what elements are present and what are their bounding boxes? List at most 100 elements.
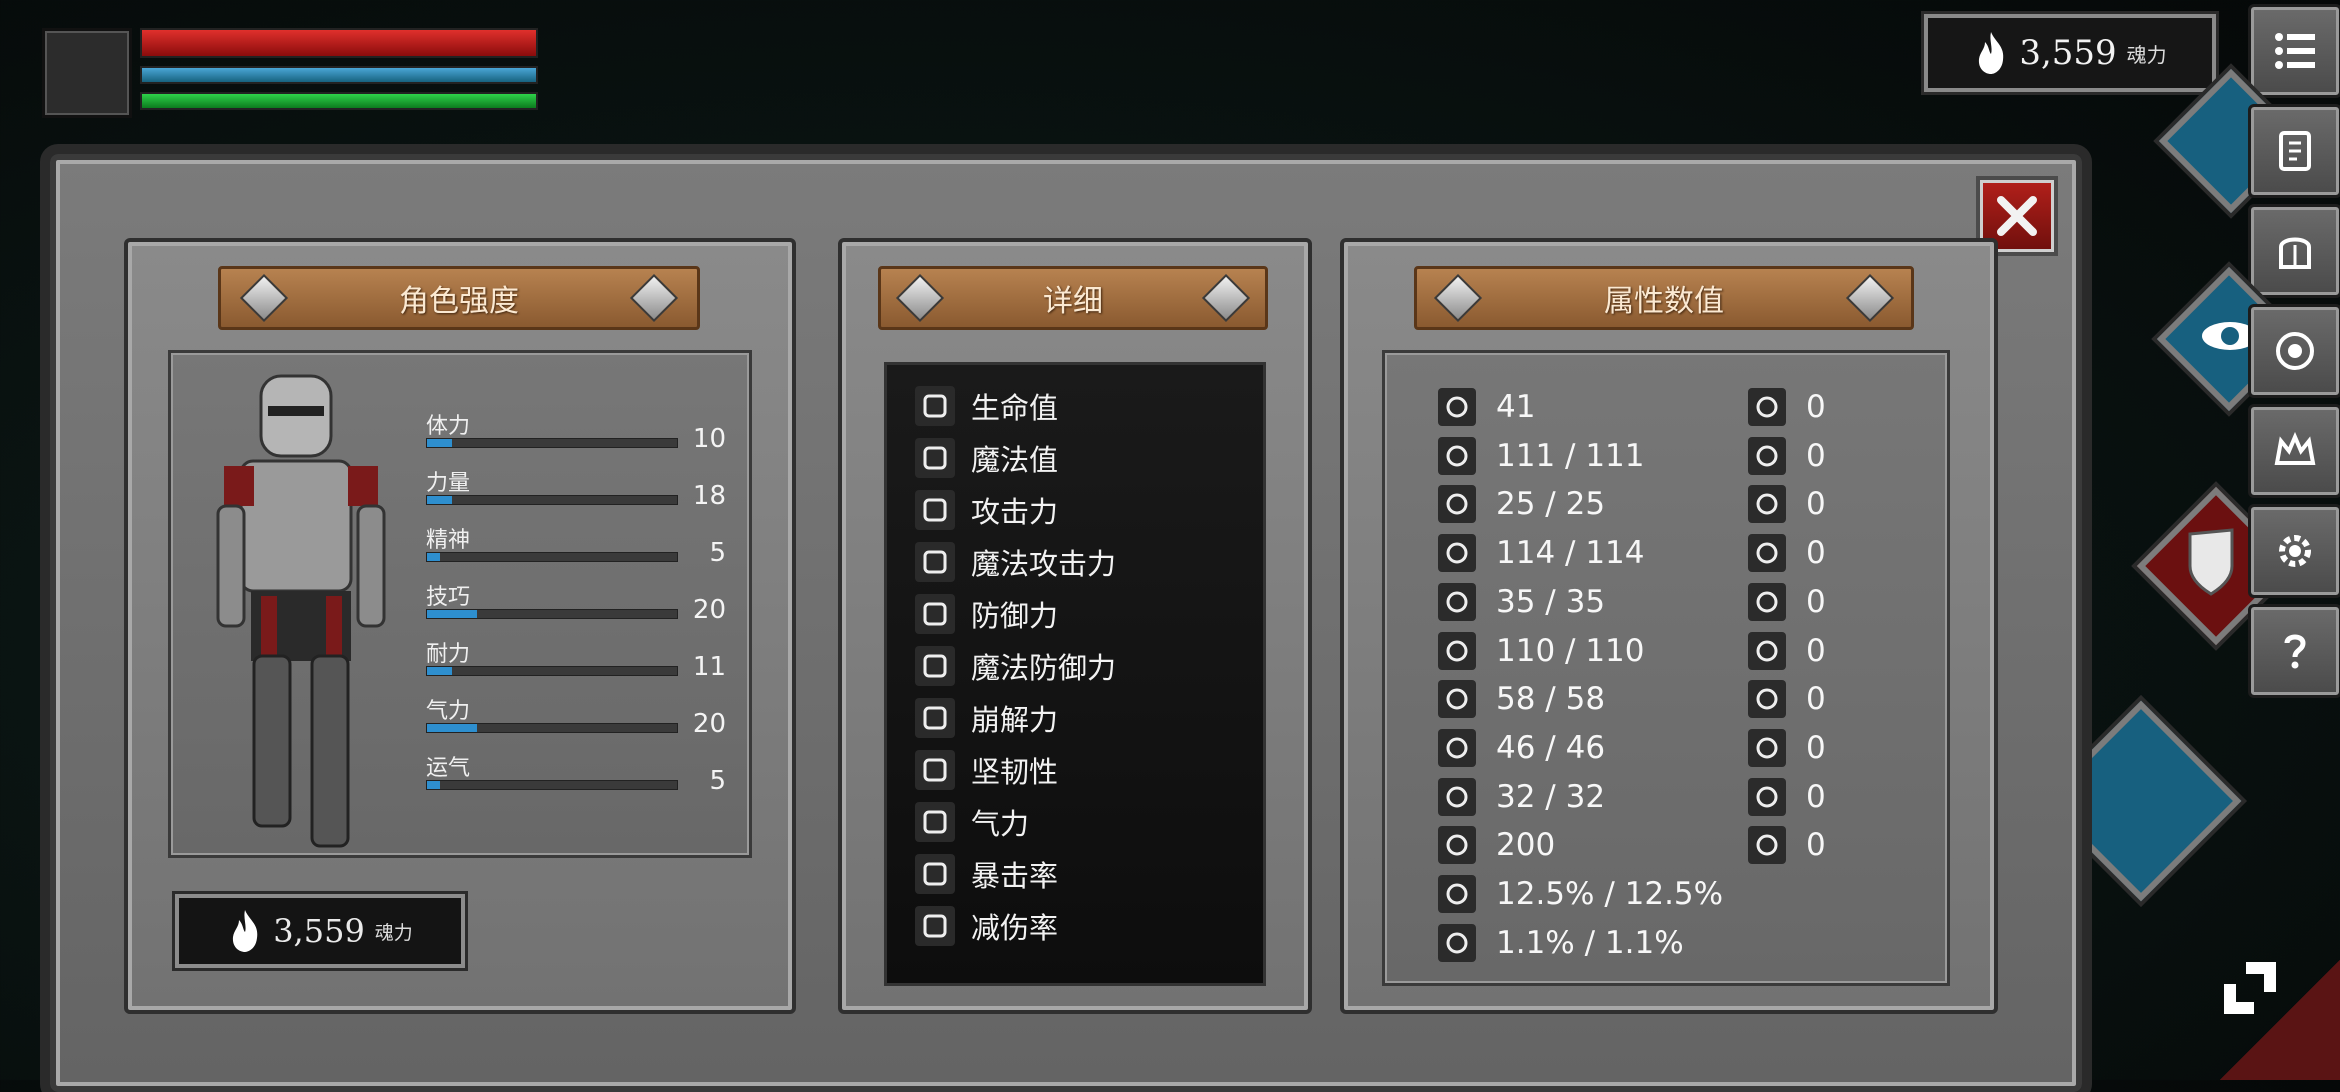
detail-icon	[915, 542, 955, 582]
souls-value: 3,559	[273, 912, 365, 950]
settings-button[interactable]	[2248, 504, 2340, 598]
rune-button[interactable]	[2248, 304, 2340, 398]
resistance-row: 0	[1748, 826, 1826, 865]
attribute-value: 32 / 32	[1496, 778, 1606, 815]
attribute-icon	[1438, 582, 1476, 621]
gem-decoration	[1433, 273, 1483, 323]
attribute-value: 200	[1496, 827, 1556, 864]
stat-bar	[426, 780, 678, 790]
resistance-icon	[1748, 534, 1786, 573]
help-button[interactable]	[2248, 604, 2340, 698]
resistance-value: 0	[1806, 535, 1826, 572]
mana-bar	[140, 66, 538, 84]
resistance-value: 0	[1806, 681, 1826, 718]
detail-row[interactable]: 攻击力	[915, 489, 1058, 531]
attribute-icon	[1438, 388, 1476, 426]
attribute-row: 46 / 46	[1438, 728, 1605, 767]
stat-bar-fill	[427, 496, 452, 504]
resistance-icon	[1748, 485, 1786, 524]
stat-bar-fill	[427, 439, 452, 447]
detail-label: 魔法攻击力	[971, 547, 1117, 581]
attribute-value: 1.1% / 1.1%	[1496, 924, 1684, 961]
detail-row[interactable]: 气力	[915, 801, 1029, 843]
attribute-icon	[1438, 631, 1476, 670]
shield-icon	[2188, 528, 2234, 596]
detail-label: 崩解力	[971, 703, 1059, 737]
help-icon	[2284, 634, 2306, 669]
flame-icon	[233, 910, 258, 952]
detail-label: 暴击率	[971, 859, 1059, 893]
strength-panel-title: 角色强度	[399, 284, 519, 319]
detail-label: 魔法防御力	[971, 651, 1117, 685]
resistance-icon	[1748, 436, 1786, 475]
attribute-icon	[1438, 728, 1476, 767]
souls-counter-top: 3,559 魂力	[1924, 14, 2216, 92]
detail-row[interactable]: 生命值	[915, 385, 1058, 427]
stat-label: 精神	[426, 528, 471, 553]
resistance-row: 0	[1748, 388, 1826, 426]
resistance-row: 0	[1748, 777, 1826, 816]
attribute-value: 25 / 25	[1496, 486, 1606, 523]
attribute-row: 114 / 114	[1438, 534, 1645, 573]
journal-button[interactable]	[2248, 104, 2340, 198]
detail-row[interactable]: 魔法防御力	[915, 645, 1116, 687]
resistance-row: 0	[1748, 728, 1826, 767]
resistance-value: 0	[1806, 583, 1826, 620]
detail-icon	[915, 646, 955, 686]
attributes-panel-title: 属性数值	[1604, 284, 1724, 319]
detail-row[interactable]: 坚韧性	[915, 749, 1058, 791]
resistance-row: 0	[1748, 582, 1826, 621]
souls-counter: 3,559 魂力	[175, 894, 465, 968]
attributes-panel-header: 属性数值	[1414, 266, 1914, 330]
gem-decoration	[1201, 273, 1251, 323]
souls-unit: 魂力	[374, 921, 413, 944]
resistance-row: 0	[1748, 485, 1826, 524]
detail-label: 生命值	[971, 391, 1059, 425]
fullscreen-toggle[interactable]	[2224, 962, 2276, 1014]
detail-icon	[915, 594, 955, 634]
detail-label: 防御力	[971, 599, 1059, 633]
stat-bar-fill	[427, 781, 440, 789]
gem-decoration	[629, 273, 679, 323]
strength-panel-header: 角色强度	[218, 266, 700, 330]
resistance-icon	[1748, 582, 1786, 621]
menu-button[interactable]	[2248, 4, 2340, 98]
detail-row[interactable]: 减伤率	[915, 905, 1058, 947]
character-portrait[interactable]	[42, 28, 132, 118]
souls-value: 3,559	[2019, 33, 2117, 73]
detail-label: 魔法值	[971, 443, 1059, 477]
resistance-value: 0	[1806, 827, 1826, 864]
crown-icon	[2274, 431, 2316, 465]
gem-decoration	[239, 273, 289, 323]
details-panel-header: 详细	[878, 266, 1268, 330]
attribute-icon	[1438, 777, 1476, 816]
detail-icon	[915, 490, 955, 530]
flame-icon	[1979, 32, 2004, 74]
stat-bar	[426, 552, 678, 562]
attribute-icon	[1438, 680, 1476, 719]
resistance-value: 0	[1806, 486, 1826, 523]
stamina-bar	[140, 92, 538, 110]
detail-row[interactable]: 防御力	[915, 593, 1058, 635]
attribute-icon	[1438, 826, 1476, 865]
menu-icon	[2275, 33, 2315, 69]
detail-icon	[915, 802, 955, 842]
journal-icon	[2279, 131, 2311, 171]
detail-row[interactable]: 魔法值	[915, 437, 1058, 479]
attribute-value: 41	[1496, 389, 1536, 425]
stat-value: 5	[709, 766, 726, 796]
attribute-value: 12.5% / 12.5%	[1496, 876, 1724, 912]
detail-row[interactable]: 暴击率	[915, 853, 1058, 895]
resistance-value: 0	[1806, 778, 1826, 815]
detail-label: 气力	[971, 807, 1030, 841]
resistance-icon	[1748, 728, 1786, 767]
stat-value: 20	[692, 595, 726, 625]
achievements-button[interactable]	[2248, 404, 2340, 498]
attribute-value: 111 / 111	[1496, 437, 1645, 474]
resistance-icon	[1748, 388, 1786, 426]
stat-bar-fill	[427, 610, 477, 618]
souls-unit: 魂力	[2126, 42, 2167, 67]
detail-row[interactable]: 魔法攻击力	[915, 541, 1116, 583]
attribute-value: 114 / 114	[1496, 535, 1645, 572]
detail-row[interactable]: 崩解力	[915, 697, 1058, 739]
